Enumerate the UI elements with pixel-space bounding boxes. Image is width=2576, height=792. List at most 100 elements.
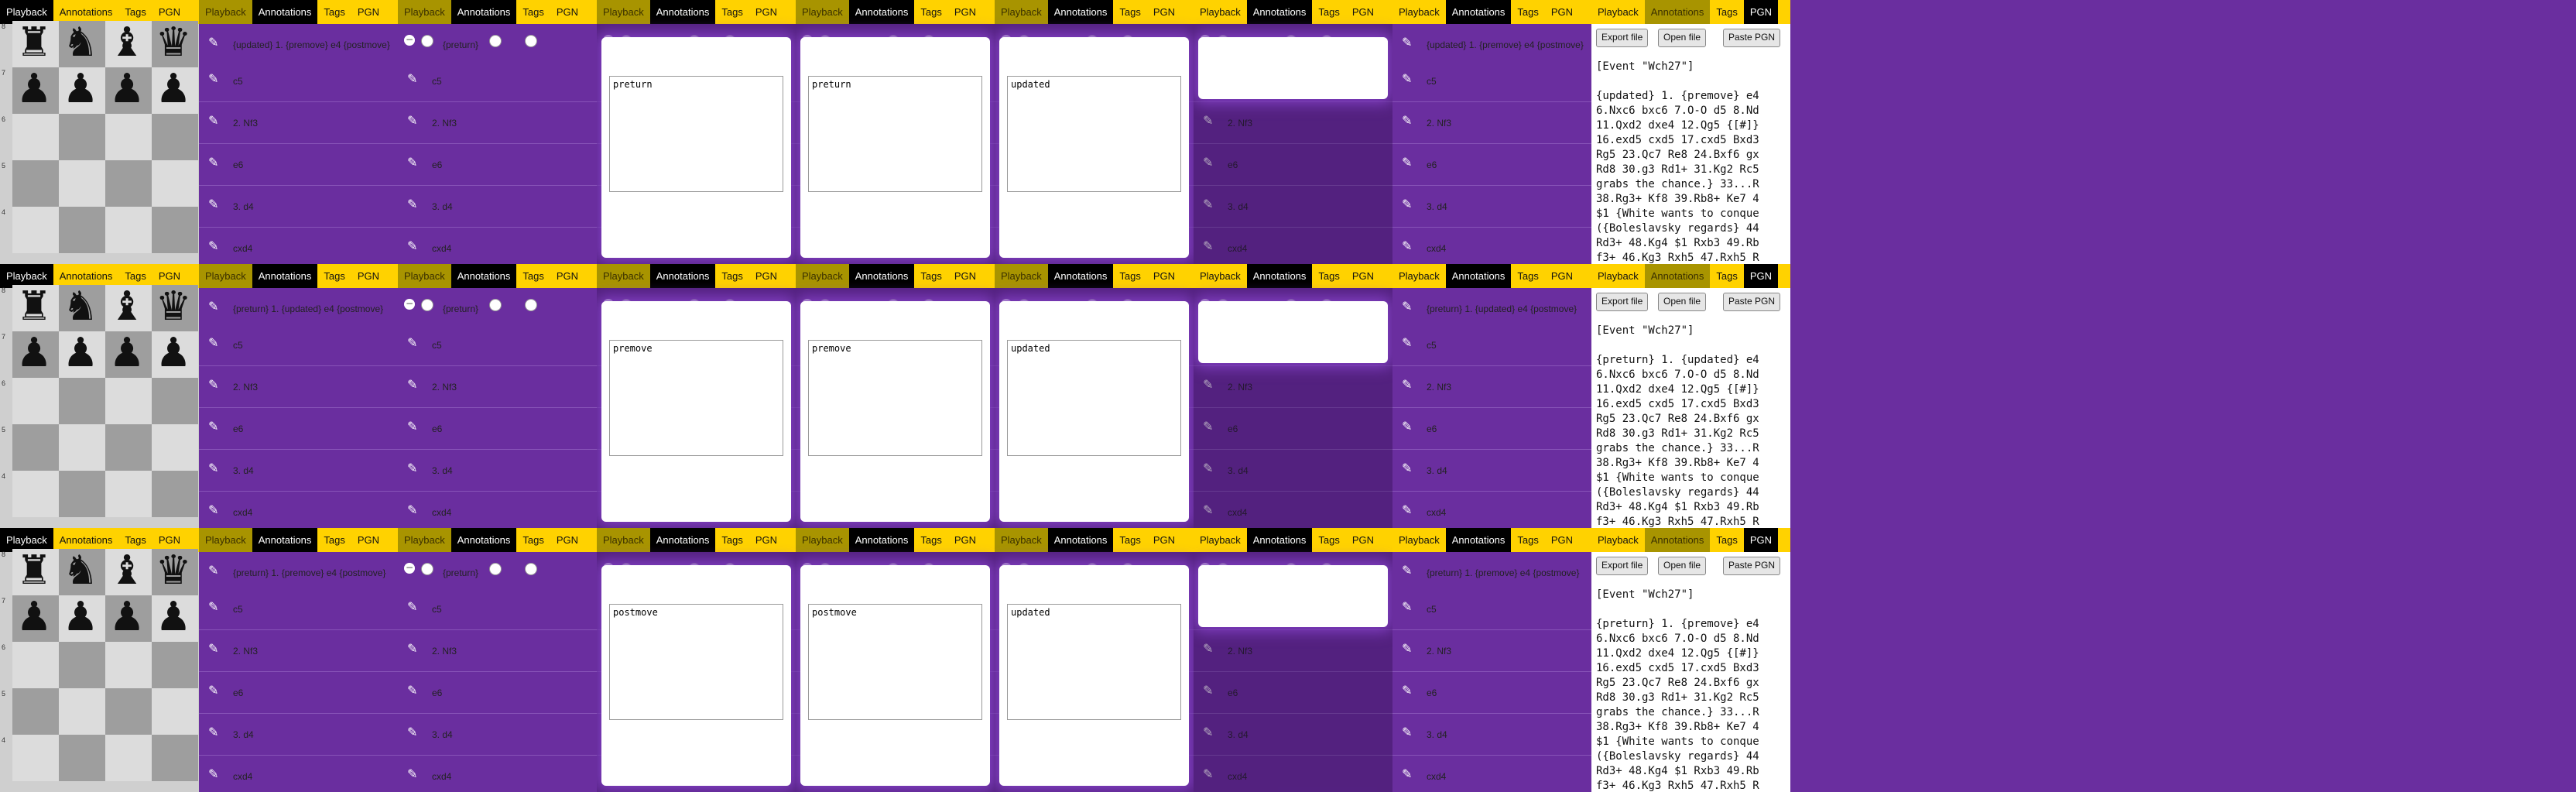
tab-pgn[interactable]: PGN <box>1545 0 1579 24</box>
tab-pgn[interactable]: PGN <box>948 0 982 24</box>
pgn-text[interactable]: [Event "Wch27"] {preturn} 1. {updated} e… <box>1596 324 1786 528</box>
export-file-button[interactable]: Export file <box>1596 29 1649 47</box>
black-piece[interactable]: ♜ <box>11 283 57 330</box>
move-row[interactable]: ✎ 3. d4 <box>1392 714 1591 756</box>
pgn-text[interactable]: [Event "Wch27"] {updated} 1. {premove} e… <box>1596 60 1786 264</box>
edit-icon[interactable]: ✎ <box>1402 502 1416 517</box>
tab-annotations[interactable]: Annotations <box>1644 0 1711 24</box>
board-square[interactable] <box>59 735 105 781</box>
black-piece[interactable]: ♟ <box>11 66 57 112</box>
annotation-textarea[interactable]: updated <box>1007 340 1181 456</box>
radio-button[interactable] <box>489 563 502 575</box>
tab-tags[interactable]: Tags <box>317 264 351 288</box>
edit-icon[interactable]: ✎ <box>407 766 421 781</box>
radio-button[interactable] <box>421 35 433 47</box>
move-row[interactable]: ✎ e6 <box>199 144 398 186</box>
edit-icon[interactable]: ✎ <box>1402 563 1412 578</box>
move-row[interactable]: ✎ cxd4 <box>1392 492 1591 528</box>
board-square[interactable] <box>152 642 198 688</box>
edit-icon[interactable]: ✎ <box>407 641 421 656</box>
edit-icon[interactable]: ✎ <box>208 502 222 517</box>
tab-tags[interactable]: Tags <box>1113 528 1146 552</box>
tab-tags[interactable]: Tags <box>715 528 748 552</box>
move-row[interactable]: ✎ 3. d4 <box>199 714 398 756</box>
move-row[interactable]: ✎ e6 <box>1392 408 1591 450</box>
move-row[interactable]: ✎ 2. Nf3 <box>1392 366 1591 408</box>
tab-playback[interactable]: Playback <box>796 264 849 288</box>
tab-annotations[interactable]: Annotations <box>848 0 915 24</box>
board-square[interactable] <box>12 642 59 688</box>
move-row[interactable]: ✎ 3. d4 <box>199 450 398 492</box>
tab-annotations[interactable]: Annotations <box>1246 264 1313 288</box>
tab-playback[interactable]: Playback <box>1194 264 1247 288</box>
black-piece[interactable]: ♛ <box>150 19 197 66</box>
minus-icon[interactable]: − <box>404 35 415 46</box>
board-square[interactable] <box>152 735 198 781</box>
edit-icon[interactable]: ✎ <box>1402 461 1416 475</box>
edit-icon[interactable]: ✎ <box>407 335 421 350</box>
black-piece[interactable]: ♛ <box>150 547 197 594</box>
tab-pgn[interactable]: PGN <box>550 0 584 24</box>
edit-icon[interactable]: ✎ <box>208 563 218 578</box>
tab-annotations[interactable]: Annotations <box>450 264 517 288</box>
export-file-button[interactable]: Export file <box>1596 293 1649 311</box>
black-piece[interactable]: ♟ <box>57 330 104 376</box>
edit-icon[interactable]: ✎ <box>1402 71 1416 86</box>
move-row[interactable]: ✎ e6 <box>398 672 597 714</box>
tab-playback[interactable]: Playback <box>398 528 451 552</box>
move-row[interactable]: ✎ e6 <box>398 408 597 450</box>
edit-icon[interactable]: ✎ <box>1402 599 1416 614</box>
board-square[interactable] <box>105 735 152 781</box>
edit-icon[interactable]: ✎ <box>1402 238 1416 253</box>
board-square[interactable] <box>105 114 152 160</box>
tab-playback[interactable]: Playback <box>1591 528 1645 552</box>
edit-icon[interactable]: ✎ <box>1402 113 1416 128</box>
tab-pgn[interactable]: PGN <box>1147 528 1181 552</box>
edit-icon[interactable]: ✎ <box>407 419 421 434</box>
board-square[interactable] <box>12 424 59 471</box>
move-row[interactable]: ✎ e6 <box>1392 672 1591 714</box>
tab-playback[interactable]: Playback <box>597 528 650 552</box>
tab-tags[interactable]: Tags <box>914 264 947 288</box>
edit-icon[interactable]: ✎ <box>1402 683 1416 698</box>
annotation-textarea[interactable]: premove <box>609 340 783 456</box>
move-row[interactable]: ✎ 3. d4 <box>398 714 597 756</box>
tab-annotations[interactable]: Annotations <box>1445 264 1512 288</box>
edit-icon[interactable]: ✎ <box>208 766 222 781</box>
board-square[interactable] <box>59 160 105 207</box>
tab-annotations[interactable]: Annotations <box>1047 264 1114 288</box>
tab-playback[interactable]: Playback <box>995 528 1048 552</box>
tab-annotations[interactable]: Annotations <box>848 264 915 288</box>
annotation-textarea[interactable]: updated <box>1007 76 1181 192</box>
board-square[interactable] <box>105 424 152 471</box>
chess-board[interactable]: 8 7 6 5 4 ♜ ♞ ♝ ♛ ♟ ♟ ♟ ♟ <box>0 285 199 528</box>
edit-icon[interactable]: ✎ <box>407 725 421 739</box>
board-square[interactable] <box>12 735 59 781</box>
edit-icon[interactable]: ✎ <box>1402 197 1416 211</box>
tab-annotations[interactable]: Annotations <box>848 528 915 552</box>
black-piece[interactable]: ♟ <box>11 330 57 376</box>
black-piece[interactable]: ♛ <box>150 283 197 330</box>
tab-annotations[interactable]: Annotations <box>450 0 517 24</box>
edit-icon[interactable]: ✎ <box>407 238 421 253</box>
board-square[interactable] <box>12 160 59 207</box>
board-square[interactable] <box>105 207 152 253</box>
black-piece[interactable]: ♟ <box>11 594 57 640</box>
edit-icon[interactable]: ✎ <box>1402 35 1412 50</box>
board-square[interactable] <box>152 471 198 517</box>
paste-pgn-button[interactable]: Paste PGN <box>1723 29 1781 47</box>
board-square[interactable] <box>59 642 105 688</box>
move-row[interactable]: ✎ 2. Nf3 <box>1392 102 1591 144</box>
black-piece[interactable]: ♟ <box>104 66 150 112</box>
paste-pgn-button[interactable]: Paste PGN <box>1723 293 1781 311</box>
open-file-button[interactable]: Open file <box>1658 29 1707 47</box>
board-square[interactable] <box>12 207 59 253</box>
black-piece[interactable]: ♟ <box>57 594 104 640</box>
tab-annotations[interactable]: Annotations <box>450 528 517 552</box>
tab-pgn[interactable]: PGN <box>1346 528 1380 552</box>
tab-tags[interactable]: Tags <box>317 528 351 552</box>
move-row[interactable]: ✎ cxd4 <box>1392 228 1591 264</box>
move-row[interactable]: ✎ 2. Nf3 <box>398 630 597 672</box>
edit-icon[interactable]: ✎ <box>208 299 218 314</box>
tab-pgn[interactable]: PGN <box>351 0 385 24</box>
